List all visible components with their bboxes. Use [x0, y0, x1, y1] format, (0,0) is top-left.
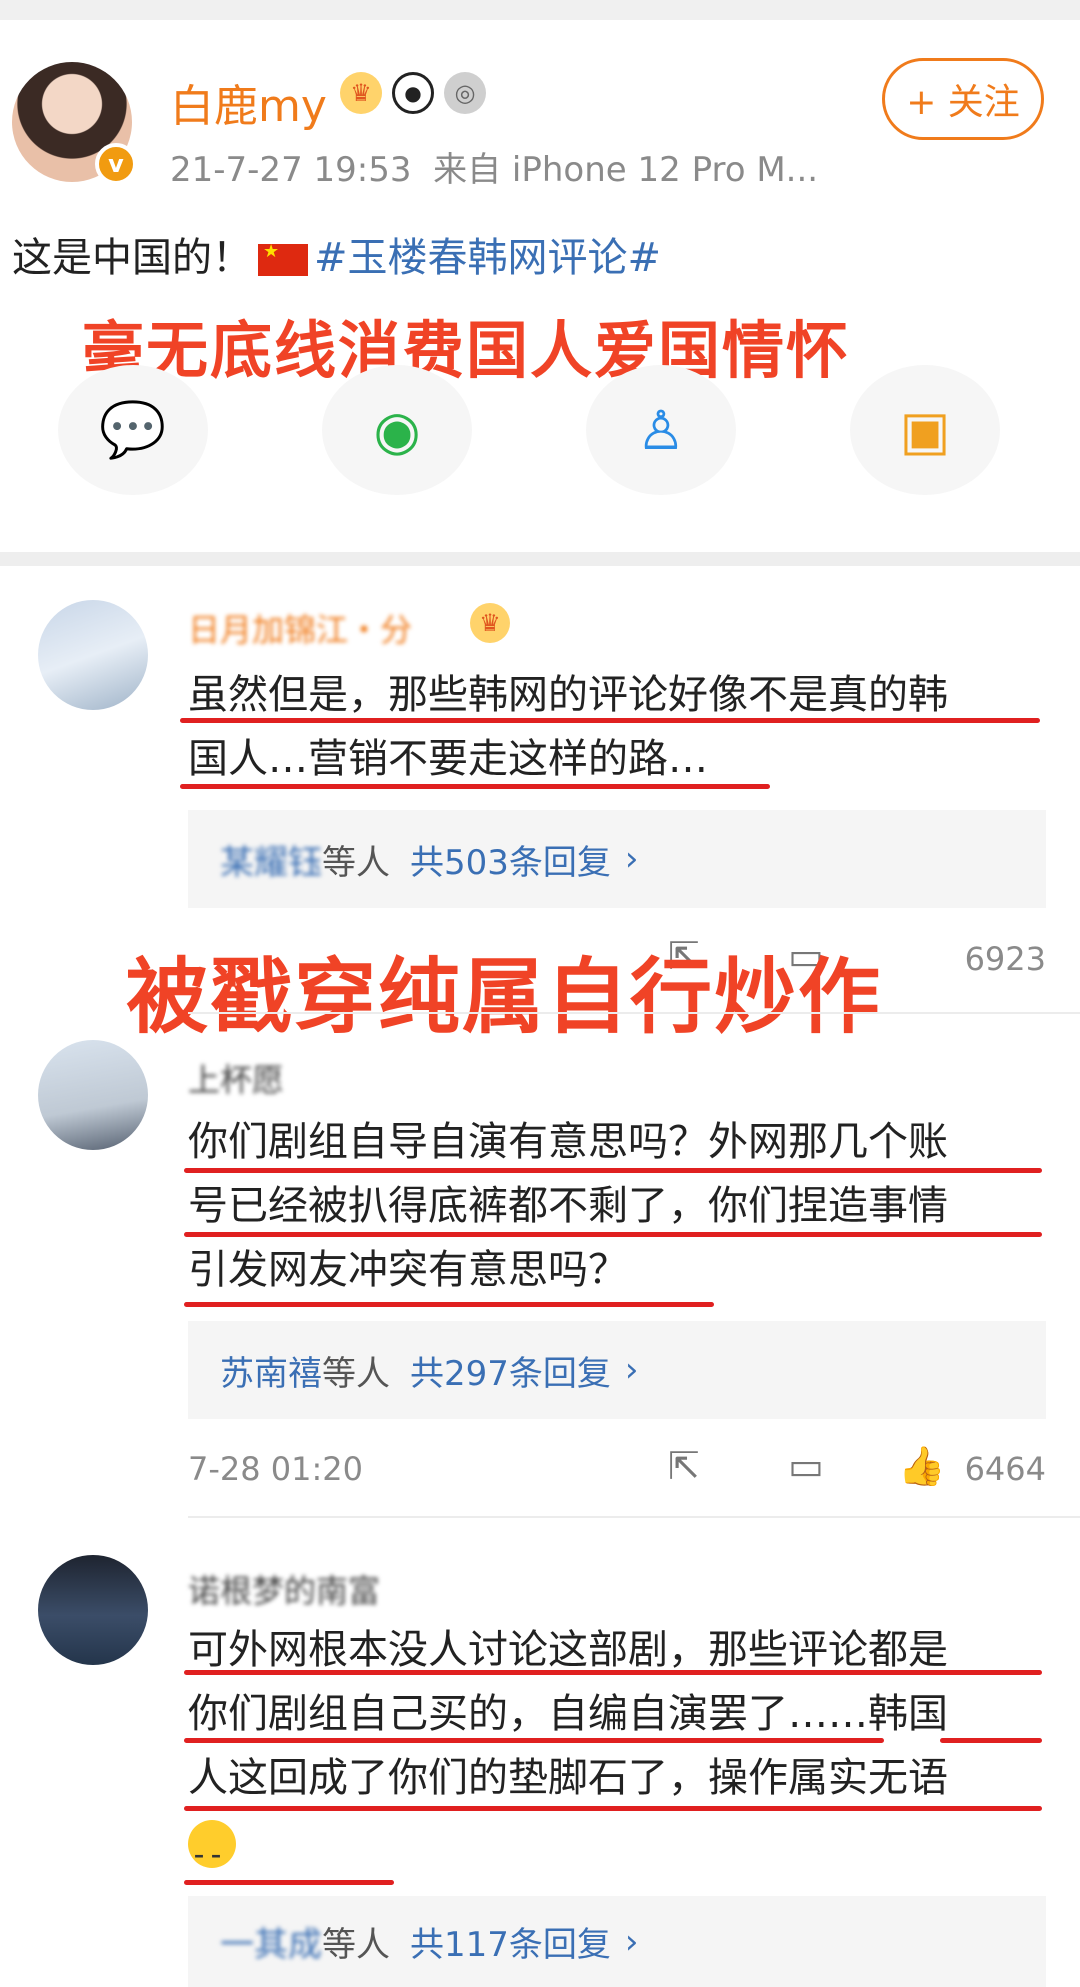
- comment-icon[interactable]: ▭: [788, 1444, 824, 1488]
- annotation-underline: [184, 1806, 1042, 1811]
- reply-summary[interactable]: 某耀钰 等人 共503条回复 ›: [188, 810, 1046, 908]
- panda-icon[interactable]: ●: [392, 72, 434, 114]
- expressionless-emoji-icon: [188, 1820, 236, 1887]
- chevron-right-icon: ›: [624, 1350, 639, 1390]
- post-time: 21-7-27 19:53: [170, 150, 412, 190]
- moments-icon[interactable]: ◉: [322, 365, 472, 495]
- author-badges: ♛ ● ◎: [340, 72, 486, 114]
- comment-text: 可外网根本没人讨论这部剧，那些评论都是 你们剧组自己买的，自编自演罢了……韩国 …: [188, 1618, 1058, 1887]
- annotation-underline: [184, 1232, 1042, 1237]
- annotation-underline: [184, 1738, 884, 1743]
- follow-button[interactable]: + 关注: [882, 58, 1044, 140]
- medal-icon[interactable]: ◎: [444, 72, 486, 114]
- annotation-underline: [184, 1670, 1042, 1675]
- wechat-icon[interactable]: 💬: [58, 365, 208, 495]
- post-text: 这是中国的！#玉楼春韩网评论#: [12, 225, 661, 283]
- crown-icon: ♛: [470, 603, 510, 643]
- qq-icon[interactable]: ♙: [586, 365, 736, 495]
- comment-avatar[interactable]: [38, 600, 148, 710]
- annotation-underline: [940, 1738, 1042, 1743]
- share-row: 💬 ◉ ♙ ▣: [0, 365, 1080, 495]
- section-divider: [0, 552, 1080, 566]
- comment-separator: [188, 1012, 1080, 1014]
- comment-separator: [188, 1516, 1080, 1518]
- comment-text: 你们剧组自导自演有意思吗？外网那几个账 号已经被扒得底裤都不剩了，你们捏造事情 …: [188, 1119, 948, 1293]
- crown-icon[interactable]: ♛: [340, 72, 382, 114]
- annotation-underline: [184, 1168, 1042, 1173]
- post-meta: 21-7-27 19:53 来自 iPhone 12 Pro M...: [170, 142, 818, 191]
- reply-summary[interactable]: 一其成 等人 共117条回复 ›: [188, 1896, 1046, 1987]
- comment-author[interactable]: 日月加锦江・分: [188, 605, 412, 651]
- like-count: 6464: [964, 1450, 1046, 1488]
- status-strip: [0, 0, 1080, 20]
- annotation-underline: [184, 1880, 394, 1885]
- save-image-icon[interactable]: ▣: [850, 365, 1000, 495]
- comment-author[interactable]: 诺根梦的南富: [188, 1566, 380, 1612]
- reply-summary[interactable]: 苏南禧 等人 共297条回复 ›: [188, 1321, 1046, 1419]
- comment-date: 7-28 01:20: [188, 1450, 364, 1488]
- comment-actions: 7-28 01:20 ⇱ ▭ 👍 6464: [188, 1440, 1046, 1500]
- comment-author[interactable]: 上杯愿: [188, 1055, 284, 1101]
- annotation-underline: [184, 1302, 714, 1307]
- annotation-underline: [180, 718, 1040, 723]
- like-icon[interactable]: 👍: [898, 1444, 945, 1489]
- author-name[interactable]: 白鹿my: [170, 70, 327, 134]
- post-source: 来自 iPhone 12 Pro M...: [433, 150, 819, 190]
- share-icon[interactable]: ⇱: [668, 1444, 700, 1488]
- comment-avatar[interactable]: [38, 1040, 148, 1150]
- topic-link[interactable]: #玉楼春韩网评论#: [314, 235, 661, 281]
- like-count: 6923: [964, 940, 1046, 978]
- chevron-right-icon: ›: [624, 839, 639, 879]
- comment-avatar[interactable]: [38, 1555, 148, 1665]
- comment-text: 虽然但是，那些韩网的评论好像不是真的韩 国人…营销不要走这样的路…: [188, 672, 948, 782]
- annotation-underline: [180, 784, 770, 789]
- verified-icon: v: [95, 143, 137, 185]
- overlay-caption-2: 被戳穿纯属自行炒作: [126, 950, 883, 1045]
- china-flag-icon: [258, 241, 308, 276]
- chevron-right-icon: ›: [624, 1921, 639, 1962]
